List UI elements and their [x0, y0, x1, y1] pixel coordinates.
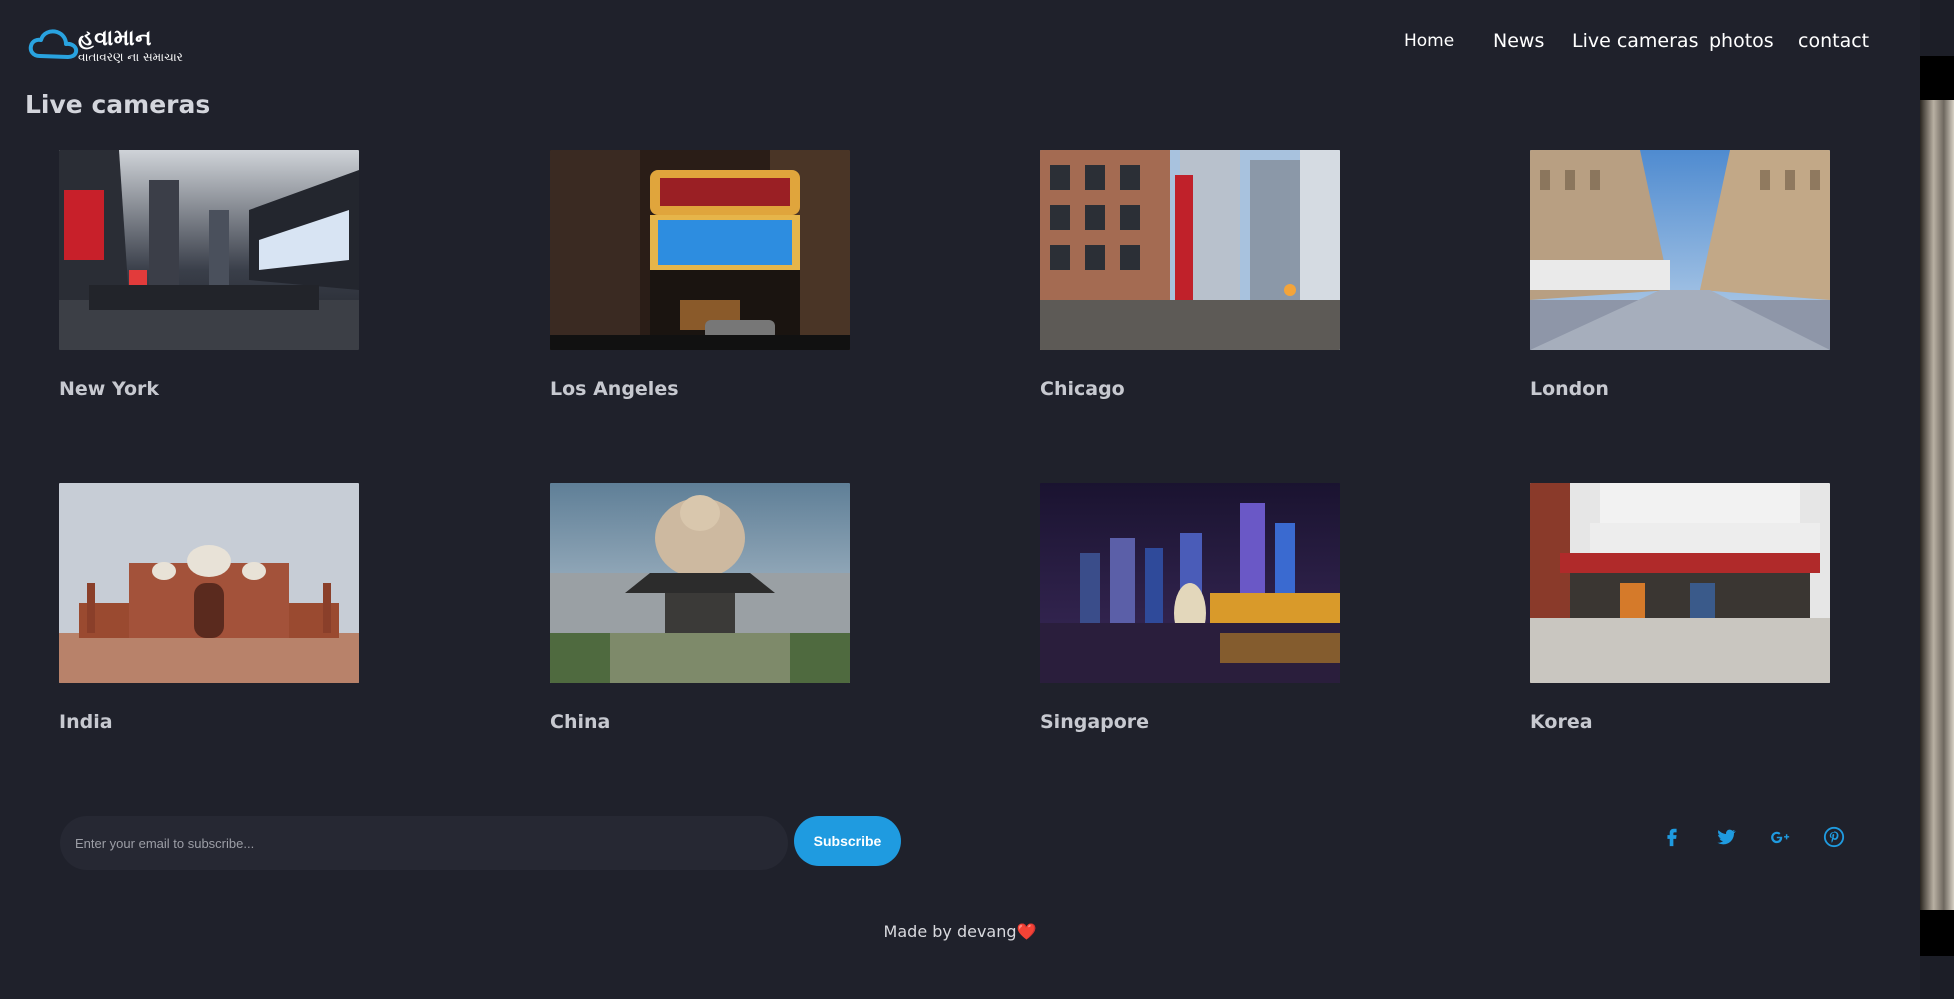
camera-name: India — [59, 711, 113, 733]
subscribe-button[interactable]: Subscribe — [794, 816, 901, 866]
camera-name: Korea — [1530, 711, 1593, 733]
camera-thumbnail-china[interactable] — [550, 483, 850, 683]
background-strip — [1920, 0, 1954, 999]
camera-card-new-york[interactable]: New York — [59, 150, 359, 400]
footer: Made by devang❤️ — [0, 922, 1920, 941]
nav-photos[interactable]: photos — [1709, 30, 1774, 52]
google-plus-icon[interactable] — [1765, 822, 1795, 852]
heart-icon: ❤️ — [1016, 922, 1037, 941]
camera-card-chicago[interactable]: Chicago — [1040, 150, 1340, 400]
camera-card-los-angeles[interactable]: Los Angeles — [550, 150, 850, 400]
background-photo — [1920, 100, 1954, 910]
camera-card-london[interactable]: London — [1530, 150, 1830, 400]
camera-name: China — [550, 711, 611, 733]
camera-card-korea[interactable]: Korea — [1530, 483, 1830, 733]
camera-name: London — [1530, 378, 1609, 400]
camera-thumbnail-chicago[interactable] — [1040, 150, 1340, 350]
camera-name: New York — [59, 378, 160, 400]
camera-card-india[interactable]: India — [59, 483, 359, 733]
facebook-icon[interactable] — [1657, 822, 1687, 852]
camera-thumbnail-new-york[interactable] — [59, 150, 359, 350]
camera-name: Los Angeles — [550, 378, 679, 400]
nav-home[interactable]: Home — [1404, 31, 1454, 51]
camera-thumbnail-london[interactable] — [1530, 150, 1830, 350]
nav-contact[interactable]: contact — [1798, 30, 1869, 52]
camera-thumbnail-los-angeles[interactable] — [550, 150, 850, 350]
twitter-icon[interactable] — [1711, 822, 1741, 852]
nav-news[interactable]: News — [1493, 30, 1544, 52]
camera-name: Singapore — [1040, 711, 1150, 733]
camera-thumbnail-singapore[interactable] — [1040, 483, 1340, 683]
camera-card-singapore[interactable]: Singapore — [1040, 483, 1340, 733]
camera-card-china[interactable]: China — [550, 483, 850, 733]
camera-thumbnail-india[interactable] — [59, 483, 359, 683]
nav-live-cameras[interactable]: Live cameras — [1572, 30, 1698, 52]
camera-thumbnail-korea[interactable] — [1530, 483, 1830, 683]
page: હવામાન વાતાવરણ ના સમાચાર Home News Live … — [0, 0, 1920, 999]
main-nav: Home News Live cameras photos contact — [0, 30, 1920, 70]
email-subscribe-input[interactable] — [60, 816, 788, 870]
camera-name: Chicago — [1040, 378, 1125, 400]
page-title: Live cameras — [25, 90, 211, 119]
footer-text: Made by devang — [883, 922, 1017, 941]
pinterest-icon[interactable] — [1819, 822, 1849, 852]
